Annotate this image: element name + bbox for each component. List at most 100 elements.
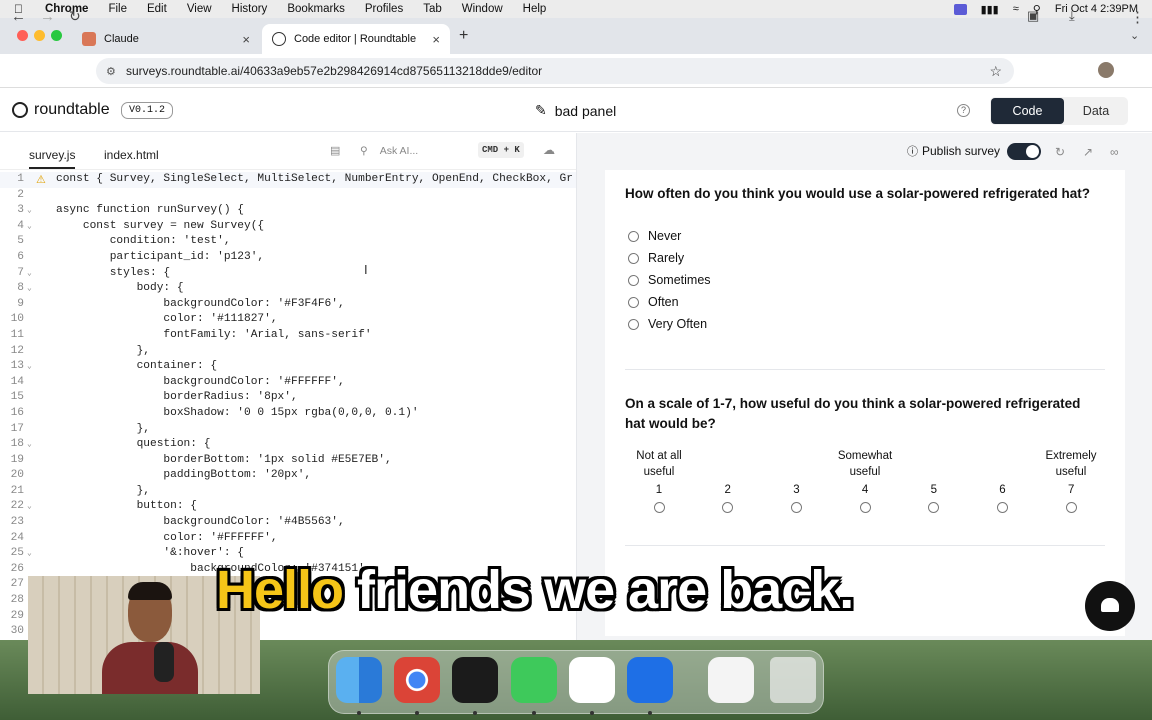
option-often[interactable]: Often <box>628 295 679 309</box>
bookmark-star-icon[interactable]: ☆ <box>989 63 1002 80</box>
battery-icon[interactable]: ▮▮▮ <box>981 3 999 16</box>
help-icon[interactable]: ? <box>957 104 970 117</box>
back-icon[interactable]: ← <box>11 8 26 25</box>
finder-icon[interactable] <box>336 657 382 703</box>
roundtable-logo[interactable]: roundtable <box>12 101 110 119</box>
code-line[interactable]: 10 color: '#111827', <box>0 312 576 328</box>
fold-chevron-icon[interactable]: ⌄ <box>27 546 32 562</box>
radio-icon[interactable] <box>628 252 639 264</box>
code-line[interactable]: 1 const { Survey, SingleSelect, MultiSele… <box>0 172 576 188</box>
radio-icon[interactable] <box>628 274 639 286</box>
option-very-often[interactable]: Very Often <box>628 317 707 331</box>
code-line[interactable]: 5 condition: 'test', <box>0 234 576 250</box>
window-minimize-icon[interactable] <box>34 30 45 41</box>
address-bar[interactable]: ⚙ surveys.roundtable.ai/40633a9eb57e2b29… <box>96 58 1014 84</box>
radio-icon[interactable] <box>628 296 639 308</box>
trash-icon[interactable] <box>770 657 816 703</box>
fold-chevron-icon[interactable]: ⌄ <box>27 499 32 515</box>
cloud-save-icon[interactable]: ☁ <box>543 143 555 157</box>
code-line[interactable]: 14 backgroundColor: '#FFFFFF', <box>0 375 576 391</box>
docs-app-icon[interactable] <box>627 657 673 703</box>
code-line[interactable]: 4 ⌄ const survey = new Survey({ <box>0 219 576 235</box>
wifi-icon[interactable]: ≈ <box>1013 3 1019 15</box>
file-tab-survey-js[interactable]: survey.js <box>29 148 76 169</box>
close-tab-icon[interactable]: × <box>432 32 440 47</box>
refresh-preview-icon[interactable]: ↻ <box>1055 145 1065 159</box>
fold-chevron-icon[interactable]: ⌄ <box>27 281 32 297</box>
menu-history[interactable]: History <box>232 3 268 15</box>
option-rarely[interactable]: Rarely <box>628 251 684 265</box>
open-external-icon[interactable]: ↗ <box>1083 145 1093 159</box>
format-icon[interactable]: ▤ <box>330 144 340 157</box>
code-line[interactable]: 9 backgroundColor: '#F3F4F6', <box>0 297 576 313</box>
menu-window[interactable]: Window <box>462 3 503 15</box>
code-line[interactable]: 16 boxShadow: '0 0 15px rgba(0,0,0, 0.1)… <box>0 406 576 422</box>
forward-icon[interactable]: → <box>40 8 55 25</box>
code-line[interactable]: 22 ⌄ button: { <box>0 499 576 515</box>
warning-icon[interactable]: ⚠ <box>36 173 46 186</box>
scale-radio-1[interactable] <box>653 502 665 513</box>
new-tab-button[interactable]: + <box>459 27 468 45</box>
publish-toggle[interactable] <box>1007 143 1041 160</box>
scale-radio-3[interactable] <box>790 502 802 513</box>
menu-edit[interactable]: Edit <box>147 3 167 15</box>
download-icon[interactable]: ⤓ <box>1069 8 1075 24</box>
scale-radio-4[interactable] <box>859 502 871 513</box>
code-line[interactable]: 13 ⌄ container: { <box>0 359 576 375</box>
menu-bookmarks[interactable]: Bookmarks <box>287 3 345 15</box>
fold-chevron-icon[interactable]: ⌄ <box>27 437 32 453</box>
panel-name[interactable]: ✎ bad panel <box>535 102 616 119</box>
code-line[interactable]: 7 ⌄ styles: { <box>0 266 576 282</box>
code-line[interactable]: 21 }, <box>0 484 576 500</box>
window-close-icon[interactable] <box>17 30 28 41</box>
reload-icon[interactable]: ↻ <box>69 8 81 25</box>
code-line[interactable]: 18 ⌄ question: { <box>0 437 576 453</box>
code-line[interactable]: 20 paddingBottom: '20px', <box>0 468 576 484</box>
more-menu-icon[interactable]: ⋮ <box>1130 8 1145 26</box>
window-zoom-icon[interactable] <box>51 30 62 41</box>
extensions-icon[interactable]: ▣ <box>1027 8 1039 24</box>
chat-bubble-button[interactable] <box>1085 581 1135 631</box>
messages-icon[interactable] <box>511 657 557 703</box>
fold-chevron-icon[interactable]: ⌄ <box>27 219 32 235</box>
preview-window-icon[interactable] <box>708 657 754 703</box>
chrome-icon[interactable] <box>394 657 440 703</box>
code-line[interactable]: 11 fontFamily: 'Arial, sans-serif' <box>0 328 576 344</box>
code-line[interactable]: 23 backgroundColor: '#4B5563', <box>0 515 576 531</box>
tab-search-icon[interactable]: ⌄ <box>1130 29 1139 42</box>
menu-view[interactable]: View <box>187 3 212 15</box>
code-line[interactable]: 2 <box>0 188 576 204</box>
scale-radio-6[interactable] <box>997 502 1008 513</box>
code-line[interactable]: 17 }, <box>0 422 576 438</box>
file-tab-index-html[interactable]: index.html <box>104 148 159 162</box>
code-line[interactable]: 6 participant_id: 'p123', <box>0 250 576 266</box>
menu-file[interactable]: File <box>108 3 127 15</box>
radio-icon[interactable] <box>628 318 639 330</box>
tab-code-editor[interactable]: Code editor | Roundtable × <box>262 24 450 54</box>
code-line[interactable]: 3 ⌄ async function runSurvey() { <box>0 203 576 219</box>
screen-recorder-icon[interactable] <box>953 3 967 15</box>
code-view-button[interactable]: Code <box>991 98 1064 124</box>
data-view-button[interactable]: Data <box>1064 98 1128 124</box>
terminal-icon[interactable] <box>452 657 498 703</box>
fold-chevron-icon[interactable]: ⌄ <box>27 359 32 375</box>
option-never[interactable]: Never <box>628 229 681 243</box>
code-line[interactable]: 8 ⌄ body: { <box>0 281 576 297</box>
fold-chevron-icon[interactable]: ⌄ <box>27 203 32 219</box>
code-line[interactable]: 15 borderRadius: '8px', <box>0 390 576 406</box>
menu-tab[interactable]: Tab <box>423 3 442 15</box>
radio-icon[interactable] <box>628 230 639 242</box>
scale-radio-7[interactable] <box>1065 502 1077 513</box>
close-tab-icon[interactable]: × <box>242 32 250 47</box>
fold-chevron-icon[interactable]: ⌄ <box>27 266 32 282</box>
code-line[interactable]: 12 }, <box>0 344 576 360</box>
link-icon[interactable]: ∞ <box>1110 145 1119 159</box>
tab-claude[interactable]: Claude × <box>72 24 260 54</box>
site-info-icon[interactable]: ⚙ <box>106 65 116 78</box>
code-line[interactable]: 19 borderBottom: '1px solid #E5E7EB', <box>0 453 576 469</box>
menu-profiles[interactable]: Profiles <box>365 3 403 15</box>
option-sometimes[interactable]: Sometimes <box>628 273 711 287</box>
code-line[interactable]: 24 color: '#FFFFFF', <box>0 531 576 547</box>
datetime[interactable]: Fri Oct 4 2:39PM <box>1055 3 1138 15</box>
profile-avatar[interactable] <box>1098 62 1114 78</box>
